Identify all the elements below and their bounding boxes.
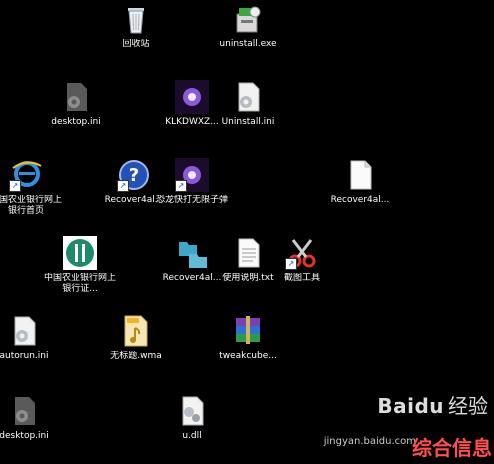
icon-label: tweakcube...	[219, 351, 277, 361]
recycle-bin-icon	[119, 2, 153, 36]
shortcut-arrow-icon: ↗	[9, 180, 21, 192]
desktop-icon-uninstall-exe[interactable]: uninstall.exe	[210, 2, 286, 50]
icon-label: 恐龙快打无限子弹	[155, 195, 228, 205]
ie-icon: ↗	[9, 158, 43, 192]
shortcut-arrow-icon: ↗	[117, 180, 129, 192]
settings-file-icon	[59, 80, 93, 114]
watermark-url: jingyan.baidu.com	[323, 436, 416, 447]
scissors-icon: ↗	[285, 236, 319, 270]
icon-label: desktop.ini	[51, 117, 101, 127]
help-icon: ? ↗	[117, 158, 151, 192]
icon-label: Recover4al...	[330, 195, 390, 205]
dll-file-icon	[175, 394, 209, 428]
bank-icon	[63, 236, 97, 270]
icon-label: 无标题.wma	[110, 351, 162, 361]
icon-label: 截图工具	[283, 273, 320, 283]
installer-icon	[231, 2, 265, 36]
icon-label: u.dll	[182, 431, 202, 441]
image-file-icon	[175, 80, 209, 114]
watermark-site: 综合信息	[412, 436, 492, 460]
watermark-logo: Baidu	[377, 394, 444, 418]
desktop-icon-desktop-ini[interactable]: desktop.ini	[38, 80, 114, 128]
desktop-icon-abc-certificate[interactable]: 中国农业银行网上银行证...	[42, 236, 118, 295]
svg-text:?: ?	[129, 165, 139, 186]
icon-label: Uninstall.ini	[221, 117, 275, 127]
desktop-icon-autorun-ini[interactable]: autorun.ini	[0, 314, 62, 362]
blank-file-icon	[343, 158, 377, 192]
icon-label: uninstall.exe	[219, 39, 277, 49]
icon-label: 回收站	[122, 39, 150, 49]
audio-file-icon	[119, 314, 153, 348]
text-file-icon	[231, 236, 265, 270]
settings-file-icon	[7, 314, 41, 348]
shortcut-arrow-icon: ↗	[175, 180, 187, 192]
watermark-sub: 经验	[448, 394, 488, 418]
desktop-icon-u-dll[interactable]: u.dll	[154, 394, 230, 442]
desktop-icon-tweakcube[interactable]: tweakcube...	[210, 314, 286, 362]
icon-label: desktop.ini	[0, 431, 49, 441]
desktop-icon-uninstall-ini[interactable]: Uninstall.ini	[210, 80, 286, 128]
baidu-watermark: Baidu 经验	[377, 390, 488, 419]
desktop-icon-wma[interactable]: 无标题.wma	[98, 314, 174, 362]
settings-file-icon	[231, 80, 265, 114]
archive-icon	[231, 314, 265, 348]
desktop-icon-recover-file[interactable]: Recover4al...	[322, 158, 398, 206]
settings-file-icon	[7, 394, 41, 428]
desktop-icon-recycle-bin[interactable]: 回收站	[98, 2, 174, 50]
icon-label: 中国农业银行网上银行首页	[0, 195, 62, 216]
desktop-icon-abc-homepage[interactable]: ↗ 中国农业银行网上银行首页	[0, 158, 64, 217]
desktop-icon-desktop-ini-2[interactable]: desktop.ini	[0, 394, 62, 442]
icon-label: autorun.ini	[0, 351, 49, 361]
desktop: 回收站 uninstall.exe desktop.ini KLKDWXZ...…	[0, 0, 494, 464]
folder-icon	[175, 236, 209, 270]
desktop-icon-game[interactable]: ↗ 恐龙快打无限子弹	[154, 158, 230, 206]
shortcut-arrow-icon: ↗	[285, 258, 297, 270]
icon-label: 中国农业银行网上银行证...	[43, 273, 116, 294]
desktop-icon-snipping-tool[interactable]: ↗ 截图工具	[264, 236, 340, 284]
game-icon: ↗	[175, 158, 209, 192]
